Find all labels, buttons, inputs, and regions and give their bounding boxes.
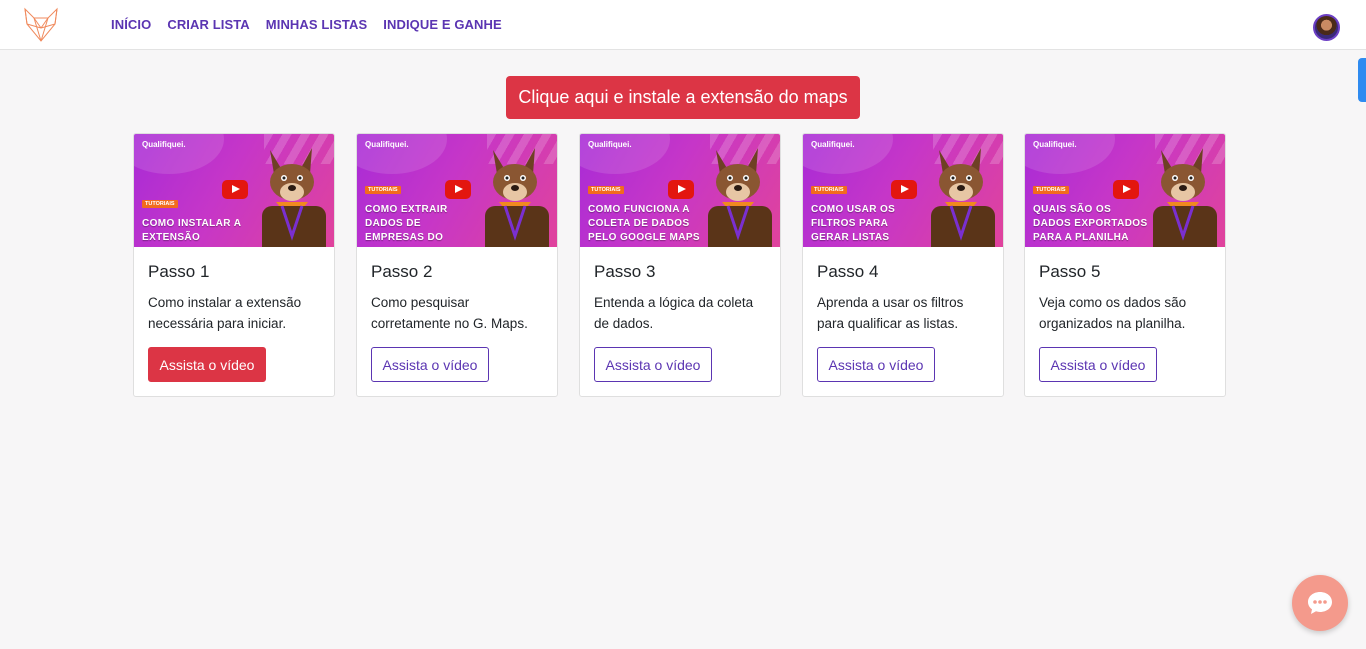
install-extension-button[interactable]: Clique aqui e instale a extensão do maps [506, 76, 860, 119]
video-thumbnail[interactable]: Qualifiquei. TUTORIAIS COMO INSTALAR A E… [134, 134, 334, 247]
step-card-3: Qualifiquei. TUTORIAIS COMO FUNCIONA A C… [579, 133, 781, 397]
thumb-brand: Qualifiquei. [811, 140, 855, 149]
wolf-mascot-icon [1153, 148, 1217, 247]
wolf-mascot-icon [708, 148, 772, 247]
thumb-title: QUAIS SÃO OS DADOS EXPORTADOS PARA A PLA… [1033, 204, 1148, 243]
watch-video-button[interactable]: Assista o vídeo [594, 347, 712, 382]
thumb-tag: TUTORIAIS [1033, 186, 1069, 194]
chat-bubble-icon [1308, 592, 1332, 614]
video-thumbnail[interactable]: Qualifiquei. TUTORIAIS COMO EXTRAIR DADO… [357, 134, 557, 247]
side-feedback-tab[interactable] [1358, 58, 1366, 102]
video-thumbnail[interactable]: Qualifiquei. TUTORIAIS COMO FUNCIONA A C… [580, 134, 780, 247]
video-thumbnail[interactable]: Qualifiquei. TUTORIAIS QUAIS SÃO OS DADO… [1025, 134, 1225, 247]
youtube-play-icon[interactable] [891, 180, 917, 199]
card-title: Passo 3 [594, 262, 656, 281]
card-title: Passo 2 [371, 262, 433, 281]
thumb-brand: Qualifiquei. [142, 140, 186, 149]
youtube-play-icon[interactable] [445, 180, 471, 199]
step-card-5: Qualifiquei. TUTORIAIS QUAIS SÃO OS DADO… [1024, 133, 1226, 397]
card-description: Veja como os dados são organizados na pl… [1039, 295, 1187, 331]
nav-link-inicio[interactable]: INÍCIO [111, 17, 151, 32]
card-description: Como instalar a extensão necessária para… [148, 295, 302, 331]
card-title: Passo 1 [148, 262, 210, 281]
nav-link-minhas-listas[interactable]: MINHAS LISTAS [266, 17, 367, 32]
thumb-tag: TUTORIAIS [142, 200, 178, 208]
watch-video-button[interactable]: Assista o vídeo [371, 347, 489, 382]
wolf-mascot-icon [931, 148, 995, 247]
wolf-mascot-icon [262, 148, 326, 247]
wolf-mascot-icon [485, 148, 549, 247]
thumb-tag: TUTORIAIS [811, 186, 847, 194]
step-card-2: Qualifiquei. TUTORIAIS COMO EXTRAIR DADO… [356, 133, 558, 397]
nav-link-criar-lista[interactable]: CRIAR LISTA [167, 17, 249, 32]
card-title: Passo 5 [1039, 262, 1101, 281]
watch-video-button[interactable]: Assista o vídeo [1039, 347, 1157, 382]
thumb-tag: TUTORIAIS [365, 186, 401, 194]
thumb-title: COMO FUNCIONA A COLETA DE DADOS PELO GOO… [588, 204, 700, 243]
card-description: Entenda a lógica da coleta de dados. [594, 295, 754, 331]
user-avatar[interactable] [1313, 14, 1340, 41]
top-navbar: INÍCIO CRIAR LISTA MINHAS LISTAS INDIQUE… [0, 0, 1366, 50]
main-nav: INÍCIO CRIAR LISTA MINHAS LISTAS INDIQUE… [111, 0, 518, 49]
thumb-brand: Qualifiquei. [588, 140, 632, 149]
watch-video-button[interactable]: Assista o vídeo [148, 347, 266, 382]
thumb-title: COMO USAR OS FILTROS PARA GERAR LISTAS Q… [811, 204, 896, 247]
watch-video-button[interactable]: Assista o vídeo [817, 347, 935, 382]
youtube-play-icon[interactable] [668, 180, 694, 199]
card-description: Como pesquisar corretamente no G. Maps. [371, 295, 528, 331]
nav-link-indique-e-ganhe[interactable]: INDIQUE E GANHE [383, 17, 502, 32]
fox-logo-icon[interactable] [22, 6, 60, 44]
thumb-tag: TUTORIAIS [588, 186, 624, 194]
video-thumbnail[interactable]: Qualifiquei. TUTORIAIS COMO USAR OS FILT… [803, 134, 1003, 247]
youtube-play-icon[interactable] [1113, 180, 1139, 199]
card-title: Passo 4 [817, 262, 879, 281]
thumb-brand: Qualifiquei. [1033, 140, 1077, 149]
thumb-brand: Qualifiquei. [365, 140, 409, 149]
thumb-title: COMO INSTALAR A EXTENSÃO QUALIFIQUEI [142, 218, 241, 247]
step-card-4: Qualifiquei. TUTORIAIS COMO USAR OS FILT… [802, 133, 1004, 397]
step-card-1: Qualifiquei. TUTORIAIS COMO INSTALAR A E… [133, 133, 335, 397]
youtube-play-icon[interactable] [222, 180, 248, 199]
card-description: Aprenda a usar os filtros para qualifica… [817, 295, 964, 331]
chat-widget-button[interactable] [1292, 575, 1348, 631]
thumb-title: COMO EXTRAIR DADOS DE EMPRESAS DO GOOGLE… [365, 204, 448, 247]
